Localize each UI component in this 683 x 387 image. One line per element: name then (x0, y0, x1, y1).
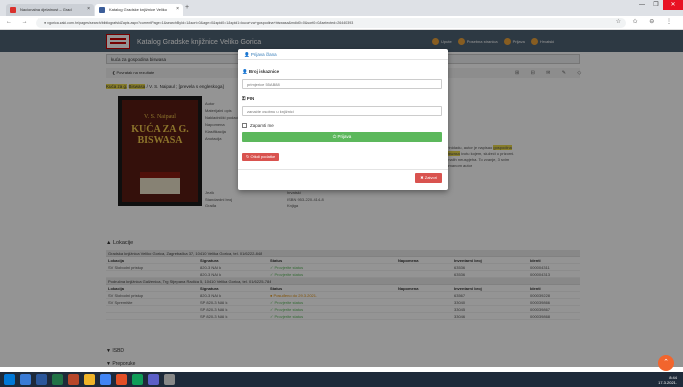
browser-toolbar-icons[interactable]: ☆ ✩ ⊖ ⋮ (616, 18, 677, 25)
card-number-input[interactable] (242, 79, 442, 89)
tab-close-icon[interactable]: × (176, 6, 179, 12)
url-input[interactable]: ● vgorica.zaki.com.hr/pages/search/bibli… (36, 18, 626, 28)
app-icon[interactable] (116, 374, 127, 385)
pin-label: ⚿ PIN (242, 96, 255, 101)
key-icon: ⚿ (242, 96, 246, 101)
modal-header: 👤 Prijava člana (238, 49, 448, 60)
forgot-credentials-button[interactable]: ↻ Otkdi podatke (242, 153, 280, 161)
tab-close-icon[interactable]: × (87, 6, 90, 12)
address-bar-row: ← → C ⌂ ● vgorica.zaki.com.hr/pages/sear… (0, 16, 683, 30)
login-modal: 👤 Prijava člana 👤 Broj iskaznice ⚿ PIN Z… (238, 49, 448, 190)
app-icon[interactable] (164, 374, 175, 385)
excel-icon[interactable] (52, 374, 63, 385)
chrome-icon[interactable] (100, 374, 111, 385)
tab-title: Nacionalna djelatnost – Grad (20, 7, 72, 12)
explorer-icon[interactable] (84, 374, 95, 385)
browser-tab-1[interactable]: Nacionalna djelatnost – Grad × (6, 4, 94, 16)
card-number-label: 👤 Broj iskaznice (242, 69, 280, 74)
modal-footer-divider (238, 169, 448, 170)
taskbar-apps (4, 374, 175, 385)
login-button[interactable]: ⏻ Prijava (242, 132, 442, 142)
new-tab-button[interactable]: + (185, 4, 189, 11)
word-icon[interactable] (36, 374, 47, 385)
refresh-icon: ↻ (246, 154, 250, 159)
remember-me-checkbox[interactable]: Zapamti me (242, 123, 274, 128)
scroll-top-button[interactable]: ⌃ (658, 355, 674, 371)
checkbox-box[interactable] (242, 123, 247, 128)
pin-input[interactable] (242, 106, 442, 116)
tab-favicon-icon (99, 7, 105, 13)
power-icon: ⏻ (332, 134, 337, 139)
close-window-icon[interactable]: ✕ (663, 0, 683, 10)
browser-tab-bar: Nacionalna djelatnost – Grad × Katalog G… (0, 0, 683, 16)
window-controls: — ❐ ✕ (635, 0, 683, 12)
search-icon[interactable] (20, 374, 31, 385)
tab-title: Katalog Gradske knjižnice Veliko (109, 7, 168, 12)
powerpoint-icon[interactable] (68, 374, 79, 385)
os-taskbar: 8:44 17.3.2021. (0, 372, 683, 387)
tab-favicon-icon (10, 7, 16, 13)
close-icon: ✖ (420, 175, 424, 180)
browser-tab-2[interactable]: Katalog Gradske knjižnice Veliko × (95, 4, 183, 16)
app-icon[interactable] (132, 374, 143, 385)
teams-icon[interactable] (148, 374, 159, 385)
modal-title: Prijava člana (250, 52, 277, 57)
minimize-icon[interactable]: — (635, 0, 649, 10)
start-icon[interactable] (4, 374, 15, 385)
user-icon: 👤 (244, 52, 250, 57)
system-clock[interactable]: 8:44 17.3.2021. (658, 375, 677, 385)
maximize-icon[interactable]: ❐ (649, 0, 663, 10)
close-modal-button[interactable]: ✖ Zatvori (415, 173, 442, 183)
